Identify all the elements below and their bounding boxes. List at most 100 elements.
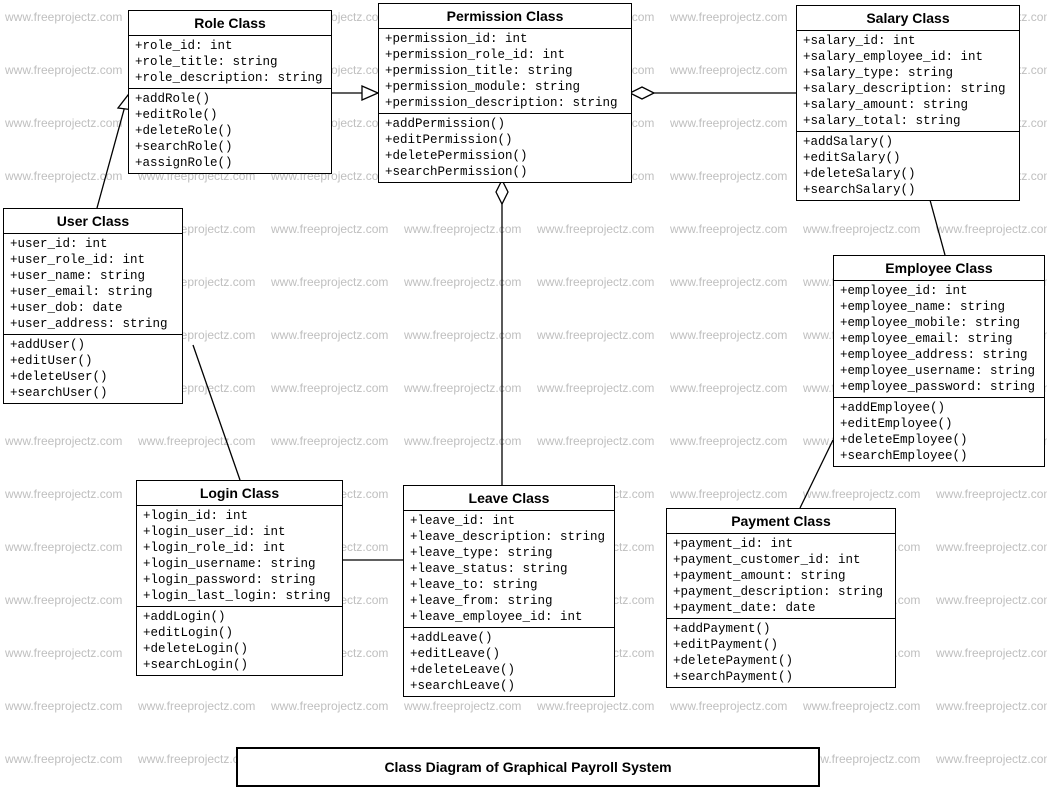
class-leave-ops: +addLeave()+editLeave()+deleteLeave()+se… [404,627,614,696]
class-salary: Salary Class +salary_id: int+salary_empl… [796,5,1020,201]
class-member: +addUser() [10,337,176,353]
class-member: +login_role_id: int [143,540,336,556]
class-member: +role_id: int [135,38,325,54]
class-member: +addSalary() [803,134,1013,150]
class-member: +editPayment() [673,637,889,653]
class-member: +searchPayment() [673,669,889,685]
diagram-caption: Class Diagram of Graphical Payroll Syste… [236,747,820,787]
class-member: +searchUser() [10,385,176,401]
class-member: +role_title: string [135,54,325,70]
class-member: +payment_date: date [673,600,889,616]
class-role: Role Class +role_id: int+role_title: str… [128,10,332,174]
class-member: +user_id: int [10,236,176,252]
class-member: +user_dob: date [10,300,176,316]
class-member: +employee_email: string [840,331,1038,347]
class-member: +deleteEmployee() [840,432,1038,448]
class-member: +addPermission() [385,116,625,132]
class-user: User Class +user_id: int+user_role_id: i… [3,208,183,404]
class-member: +salary_type: string [803,65,1013,81]
class-member: +salary_description: string [803,81,1013,97]
class-permission-ops: +addPermission()+editPermission()+delete… [379,113,631,182]
class-payment-ops: +addPayment()+editPayment()+deletePaymen… [667,618,895,687]
class-member: +deletePermission() [385,148,625,164]
class-leave: Leave Class +leave_id: int+leave_descrip… [403,485,615,697]
class-salary-ops: +addSalary()+editSalary()+deleteSalary()… [797,131,1019,200]
class-member: +leave_to: string [410,577,608,593]
class-member: +editEmployee() [840,416,1038,432]
class-member: +employee_id: int [840,283,1038,299]
class-member: +user_role_id: int [10,252,176,268]
class-member: +editLeave() [410,646,608,662]
class-payment-title: Payment Class [667,509,895,534]
class-member: +user_name: string [10,268,176,284]
class-member: +user_address: string [10,316,176,332]
class-user-ops: +addUser()+editUser()+deleteUser()+searc… [4,334,182,403]
class-member: +login_id: int [143,508,336,524]
class-employee: Employee Class +employee_id: int+employe… [833,255,1045,467]
class-member: +leave_type: string [410,545,608,561]
class-payment-attrs: +payment_id: int+payment_customer_id: in… [667,534,895,618]
class-member: +addPayment() [673,621,889,637]
class-member: +login_password: string [143,572,336,588]
class-member: +permission_module: string [385,79,625,95]
class-member: +deleteUser() [10,369,176,385]
class-permission-attrs: +permission_id: int+permission_role_id: … [379,29,631,113]
class-member: +employee_address: string [840,347,1038,363]
class-member: +deleteRole() [135,123,325,139]
class-member: +user_email: string [10,284,176,300]
class-member: +searchLeave() [410,678,608,694]
class-member: +permission_title: string [385,63,625,79]
class-member: +editUser() [10,353,176,369]
class-member: +leave_from: string [410,593,608,609]
class-member: +deleteLeave() [410,662,608,678]
class-member: +permission_role_id: int [385,47,625,63]
class-member: +editLogin() [143,625,336,641]
class-payment: Payment Class +payment_id: int+payment_c… [666,508,896,688]
class-member: +salary_total: string [803,113,1013,129]
class-member: +searchPermission() [385,164,625,180]
class-member: +searchEmployee() [840,448,1038,464]
class-member: +addLogin() [143,609,336,625]
class-login: Login Class +login_id: int+login_user_id… [136,480,343,676]
class-member: +permission_id: int [385,31,625,47]
class-member: +addEmployee() [840,400,1038,416]
class-permission-title: Permission Class [379,4,631,29]
class-user-attrs: +user_id: int+user_role_id: int+user_nam… [4,234,182,334]
class-user-title: User Class [4,209,182,234]
class-member: +employee_password: string [840,379,1038,395]
class-login-title: Login Class [137,481,342,506]
class-member: +login_username: string [143,556,336,572]
class-member: +leave_employee_id: int [410,609,608,625]
class-member: +salary_employee_id: int [803,49,1013,65]
class-member: +role_description: string [135,70,325,86]
class-leave-attrs: +leave_id: int+leave_description: string… [404,511,614,627]
class-member: +deleteSalary() [803,166,1013,182]
class-member: +searchLogin() [143,657,336,673]
class-permission: Permission Class +permission_id: int+per… [378,3,632,183]
class-member: +editRole() [135,107,325,123]
class-salary-attrs: +salary_id: int+salary_employee_id: int+… [797,31,1019,131]
class-member: +payment_amount: string [673,568,889,584]
class-login-attrs: +login_id: int+login_user_id: int+login_… [137,506,342,606]
class-member: +employee_mobile: string [840,315,1038,331]
class-member: +employee_username: string [840,363,1038,379]
class-member: +addRole() [135,91,325,107]
class-member: +leave_description: string [410,529,608,545]
class-member: +login_user_id: int [143,524,336,540]
class-member: +employee_name: string [840,299,1038,315]
class-leave-title: Leave Class [404,486,614,511]
class-member: +salary_amount: string [803,97,1013,113]
class-member: +salary_id: int [803,33,1013,49]
class-member: +deletePayment() [673,653,889,669]
class-role-ops: +addRole()+editRole()+deleteRole()+searc… [129,88,331,173]
class-salary-title: Salary Class [797,6,1019,31]
class-login-ops: +addLogin()+editLogin()+deleteLogin()+se… [137,606,342,675]
class-member: +addLeave() [410,630,608,646]
class-member: +login_last_login: string [143,588,336,604]
class-role-title: Role Class [129,11,331,36]
class-member: +payment_customer_id: int [673,552,889,568]
class-employee-ops: +addEmployee()+editEmployee()+deleteEmpl… [834,397,1044,466]
class-member: +permission_description: string [385,95,625,111]
class-member: +editPermission() [385,132,625,148]
class-member: +leave_id: int [410,513,608,529]
